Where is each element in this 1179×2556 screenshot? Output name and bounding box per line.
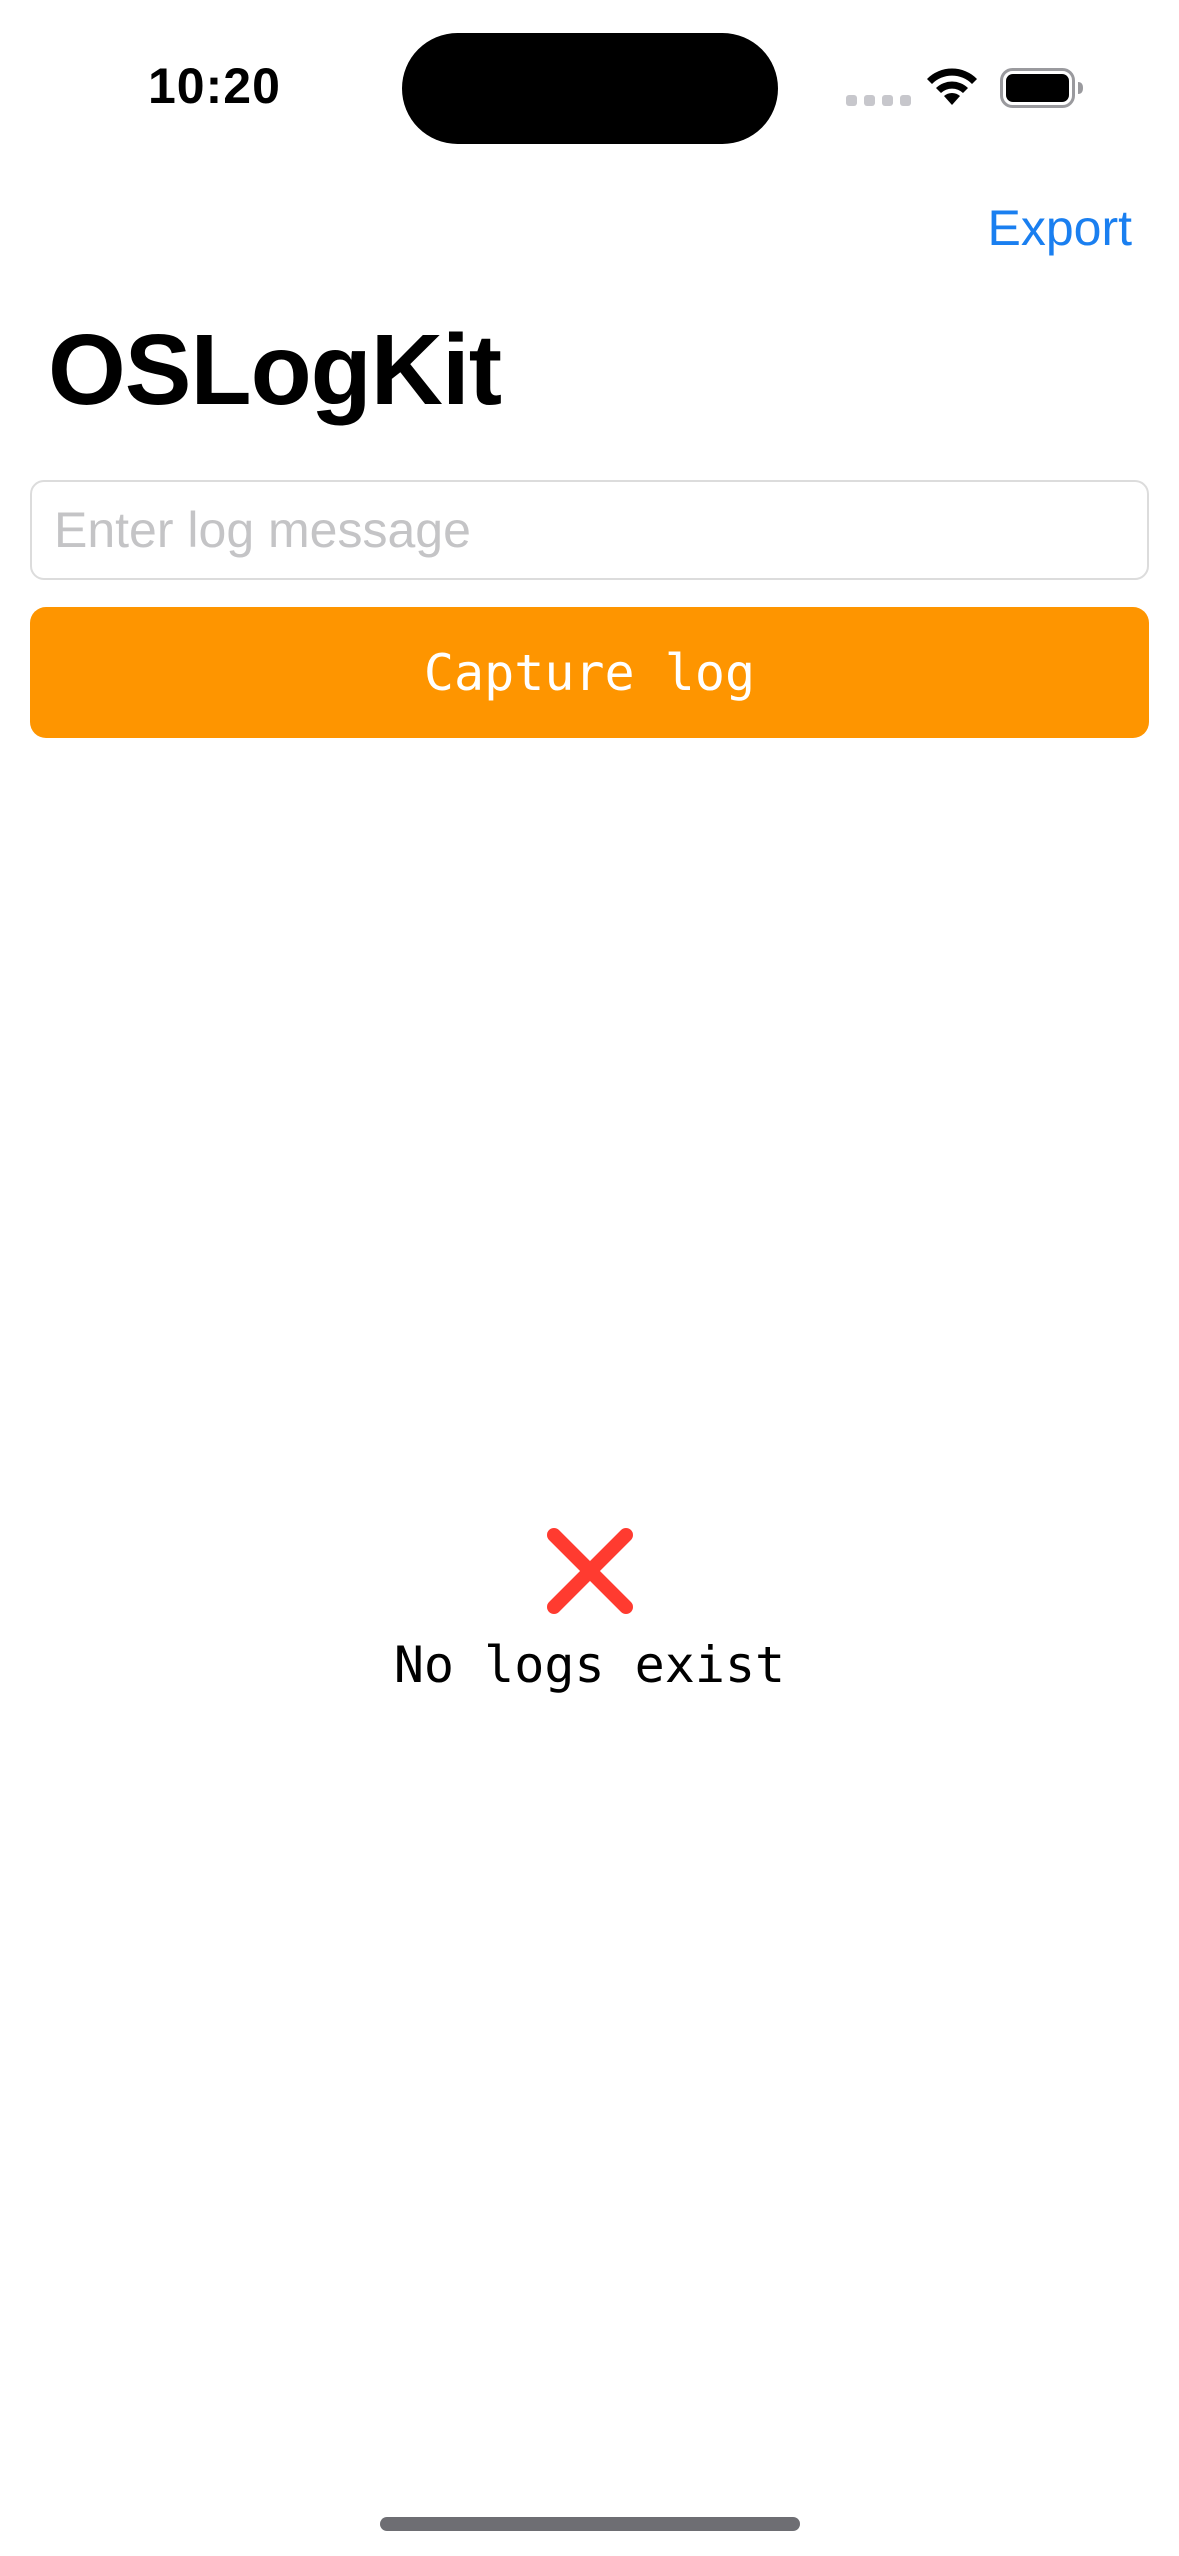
- page-title: OSLogKit: [48, 314, 502, 426]
- empty-state-message: No logs exist: [393, 1636, 786, 1694]
- battery-icon: [1000, 68, 1083, 108]
- capture-log-label: Capture log: [423, 643, 756, 702]
- capture-log-button[interactable]: Capture log: [30, 607, 1149, 738]
- home-indicator[interactable]: [380, 2517, 800, 2531]
- x-mark-icon: [546, 1528, 633, 1614]
- log-message-input[interactable]: [30, 480, 1149, 580]
- dynamic-island: [402, 33, 778, 144]
- cellular-signal-icon: [846, 95, 911, 106]
- wifi-icon: [927, 68, 977, 105]
- empty-state: No logs exist: [0, 1525, 1179, 1695]
- export-button[interactable]: Export: [987, 198, 1132, 258]
- status-time: 10:20: [148, 58, 281, 114]
